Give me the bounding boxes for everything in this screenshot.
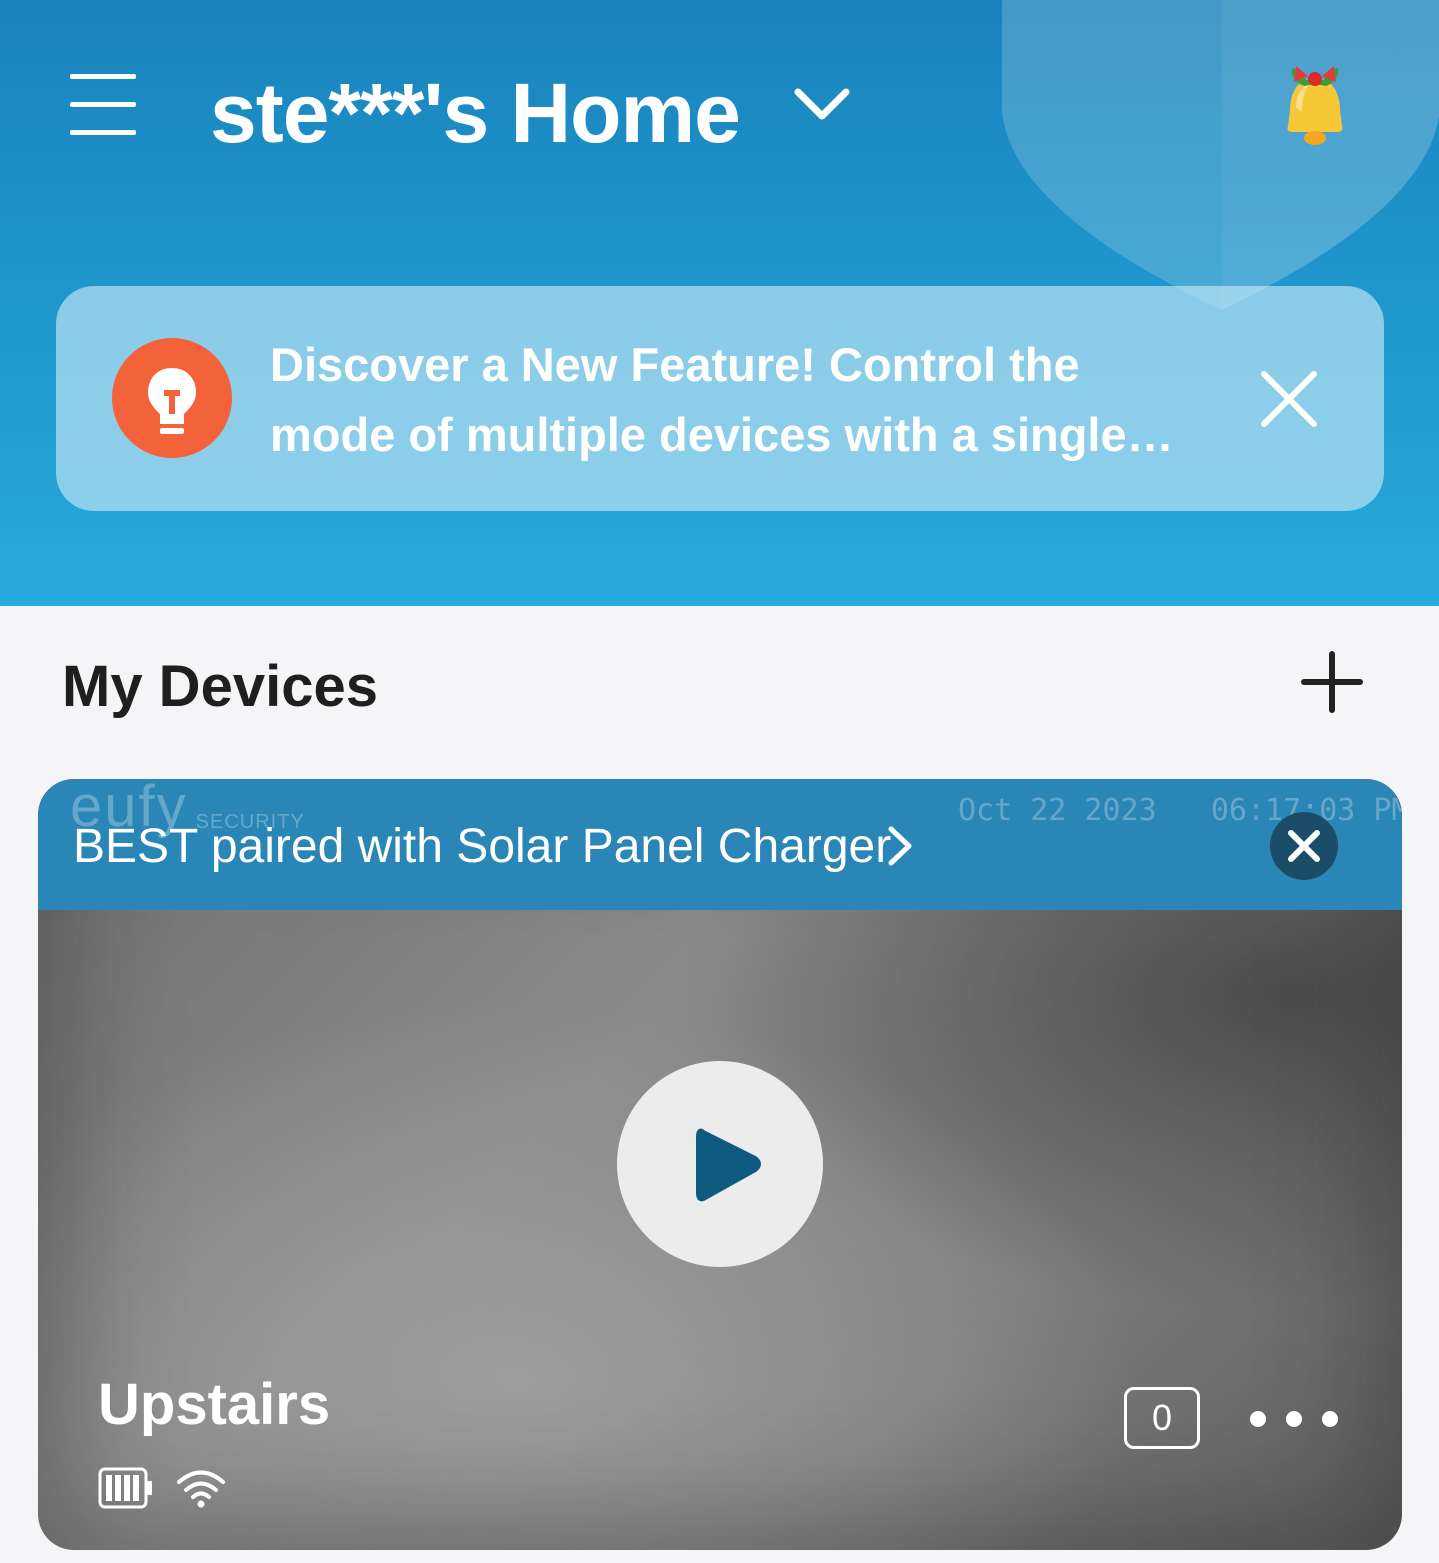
play-icon [696,1128,761,1202]
close-icon[interactable] [1256,366,1322,432]
app-header: ste***'s Home Discover a New Feature! Co… [0,0,1439,606]
device-card[interactable]: eufy SECURITY Oct 22 2023 06:17:03 PM BE… [38,779,1402,1550]
play-button[interactable] [617,1061,823,1267]
hamburger-menu-icon[interactable] [70,72,138,138]
event-count-badge[interactable]: 0 [1124,1387,1200,1449]
chevron-down-icon[interactable] [792,82,852,128]
lightbulb-icon [112,338,232,458]
wifi-icon [177,1470,225,1508]
shield-watermark-icon [1002,0,1439,310]
promo-link-text[interactable]: BEST paired with Solar Panel Charger [73,815,891,877]
christmas-bell-icon[interactable] [1272,64,1358,150]
more-options-icon[interactable] [1250,1399,1338,1439]
close-icon [1288,830,1320,862]
feature-tip-text: Discover a New Feature! Control the mode… [270,338,1127,461]
battery-icon [98,1467,152,1509]
plus-icon[interactable] [1300,650,1364,714]
promo-bar[interactable]: eufy SECURITY Oct 22 2023 06:17:03 PM BE… [38,779,1402,910]
promo-close-button[interactable] [1270,812,1338,880]
chevron-right-icon[interactable] [886,825,914,867]
home-title[interactable]: ste***'s Home [210,58,741,168]
my-devices-title: My Devices [62,653,378,719]
feature-tip-banner[interactable]: Discover a New Feature! Control the mode… [56,286,1384,511]
device-name: Upstairs [98,1371,331,1437]
